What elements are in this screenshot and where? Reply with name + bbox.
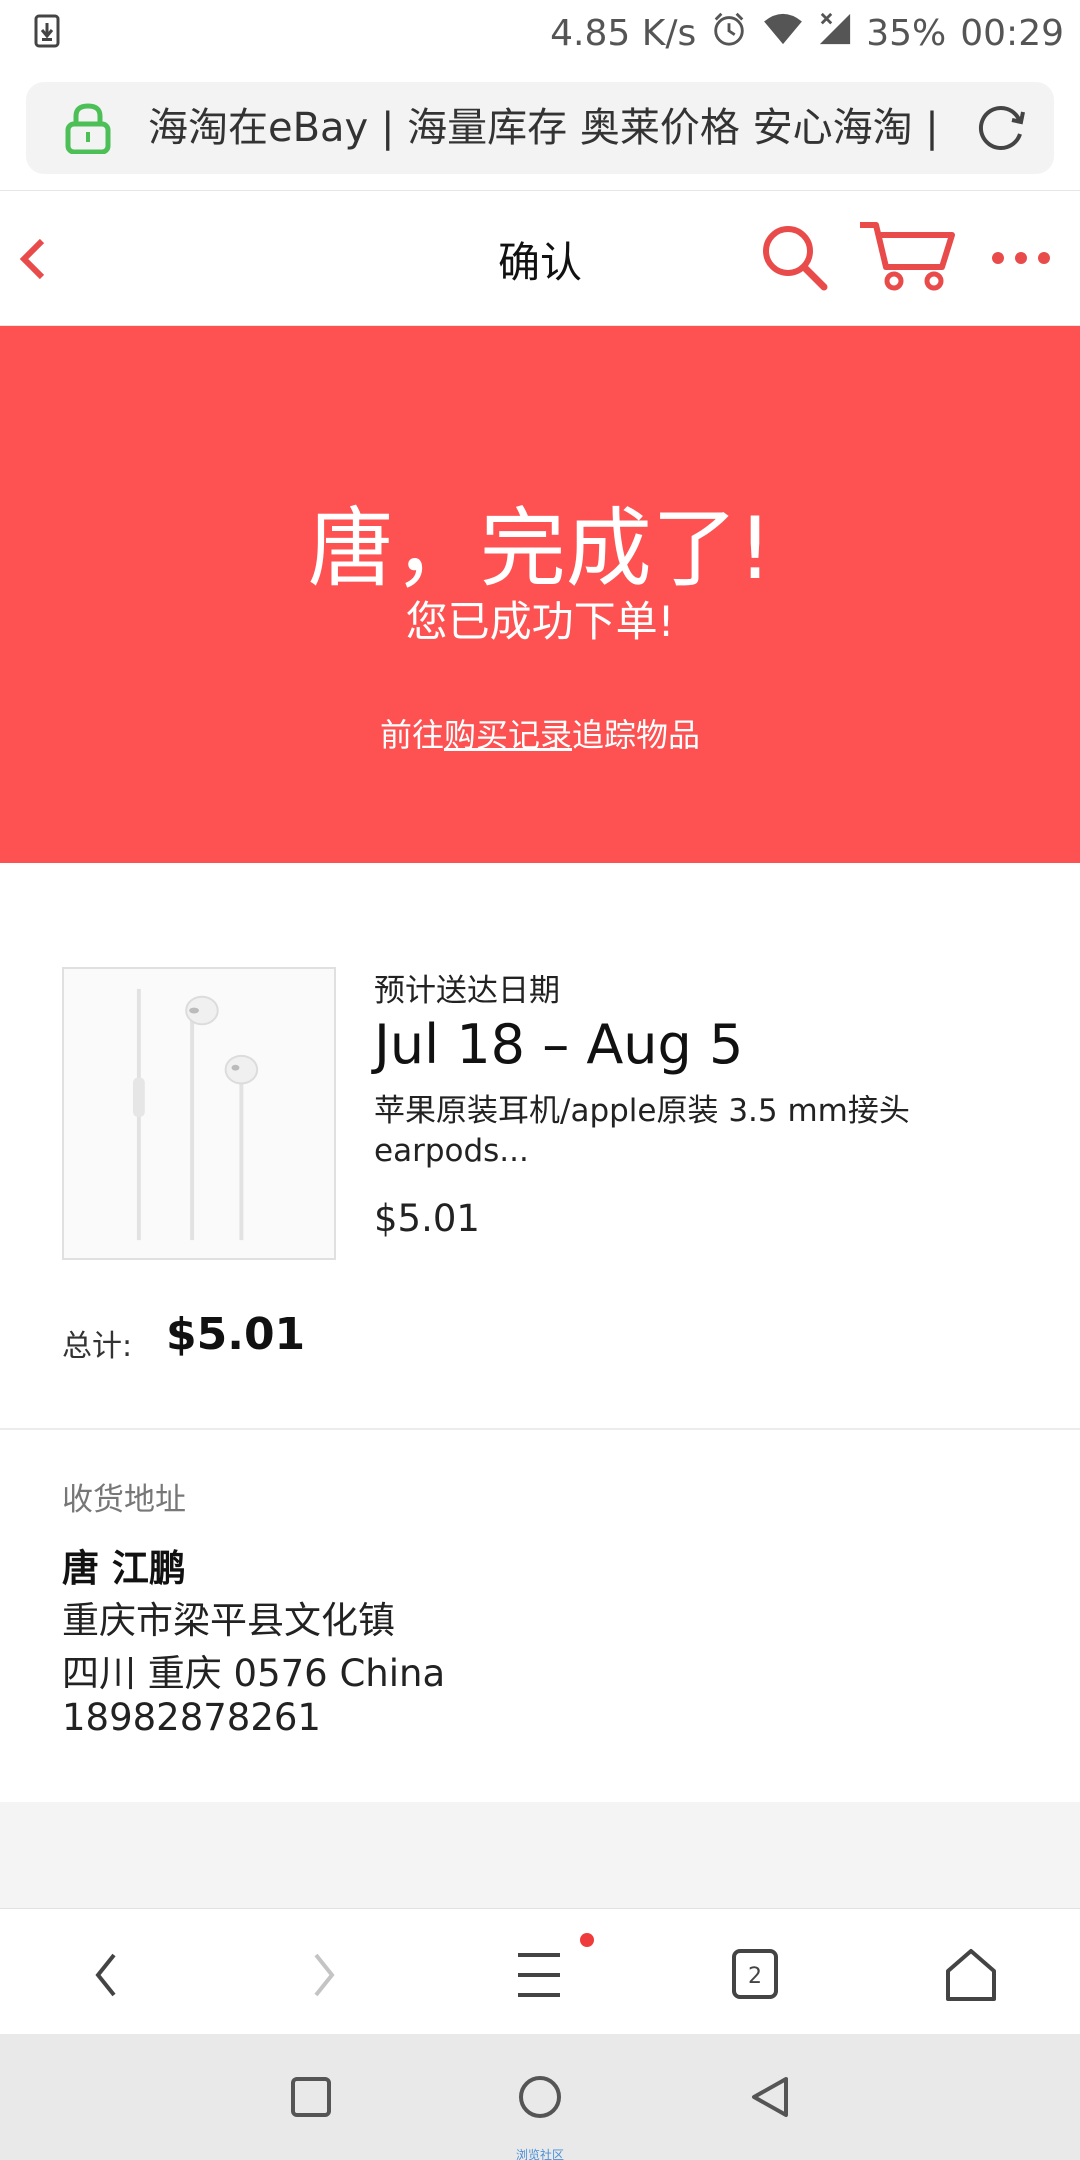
browser-toolbar: 2 [0, 1908, 1080, 2034]
back-triangle-icon[interactable] [748, 2074, 794, 2120]
product-title[interactable]: 苹果原装耳机/apple原装 3.5 mm接头 earpods... [374, 1091, 1014, 1171]
purchase-history-link[interactable]: 购买记录 [444, 716, 572, 754]
tab-count: 2 [748, 1964, 762, 1989]
wifi-icon [762, 12, 804, 55]
back-icon[interactable] [10, 227, 60, 291]
address-line-2: 四川 重庆 0576 China [62, 1652, 446, 1695]
home-icon[interactable] [936, 1943, 1006, 2007]
back-arrow-icon[interactable] [72, 1943, 142, 2007]
download-icon [34, 14, 60, 48]
page-footer-space [0, 1802, 1080, 1908]
lock-icon [64, 102, 112, 155]
url-text[interactable]: 海淘在eBay | 海量库存 奥莱价格 安心海淘 | [148, 98, 968, 158]
notification-dot [580, 1933, 594, 1947]
more-icon[interactable] [990, 243, 1052, 273]
status-bar: 4.85 K/s 35% 00:29 [0, 0, 1080, 66]
search-icon[interactable] [758, 221, 830, 293]
total-value: $5.01 [166, 1309, 306, 1360]
reload-icon[interactable] [974, 100, 1030, 156]
alarm-icon [710, 10, 748, 57]
page-title: 确认 [497, 238, 582, 287]
cart-icon[interactable] [858, 217, 958, 293]
url-bar[interactable]: 海淘在eBay | 海量库存 奥莱价格 安心海淘 | [26, 82, 1054, 174]
battery-level: 35% [866, 12, 947, 54]
tabs-icon[interactable]: 2 [720, 1943, 790, 2007]
page-header: 确认 [0, 190, 1080, 326]
recents-icon[interactable] [288, 2074, 334, 2120]
track-purchase-text: 前往购买记录追踪物品 [0, 710, 1080, 756]
shipping-address-label: 收货地址 [62, 1482, 186, 1518]
delivery-estimate-label: 预计送达日期 [374, 973, 560, 1009]
system-navigation: 浏览社区 [0, 2034, 1080, 2160]
confirmation-title: 唐，完成了! [307, 499, 773, 599]
order-summary: 预计送达日期 Jul 18 – Aug 5 苹果原装耳机/apple原装 3.5… [0, 863, 1080, 1428]
product-image[interactable] [62, 967, 336, 1260]
menu-icon[interactable] [504, 1943, 574, 2007]
confirmation-subtitle: 您已成功下单! [405, 597, 675, 646]
confirmation-banner: 唐，完成了! 您已成功下单! 前往购买记录追踪物品 [0, 326, 1080, 863]
phone-number: 18982878261 [62, 1696, 321, 1739]
forward-arrow-icon[interactable] [288, 1943, 358, 2007]
recipient-name: 唐 江鹏 [62, 1547, 186, 1590]
shipping-address: 收货地址 唐 江鹏 重庆市梁平县文化镇 四川 重庆 0576 China 189… [0, 1428, 1080, 1802]
delivery-estimate-value: Jul 18 – Aug 5 [374, 1013, 744, 1076]
product-price: $5.01 [374, 1197, 480, 1240]
network-speed: 4.85 K/s [550, 12, 697, 54]
clock: 00:29 [960, 12, 1064, 54]
track-suffix: 追踪物品 [572, 716, 701, 754]
home-circle-icon[interactable] [517, 2074, 563, 2120]
system-caption: 浏览社区 [515, 2148, 564, 2160]
track-prefix: 前往 [379, 716, 444, 754]
total-label: 总计: [62, 1329, 133, 1364]
signal-icon [818, 12, 852, 55]
address-line-1: 重庆市梁平县文化镇 [62, 1599, 395, 1642]
